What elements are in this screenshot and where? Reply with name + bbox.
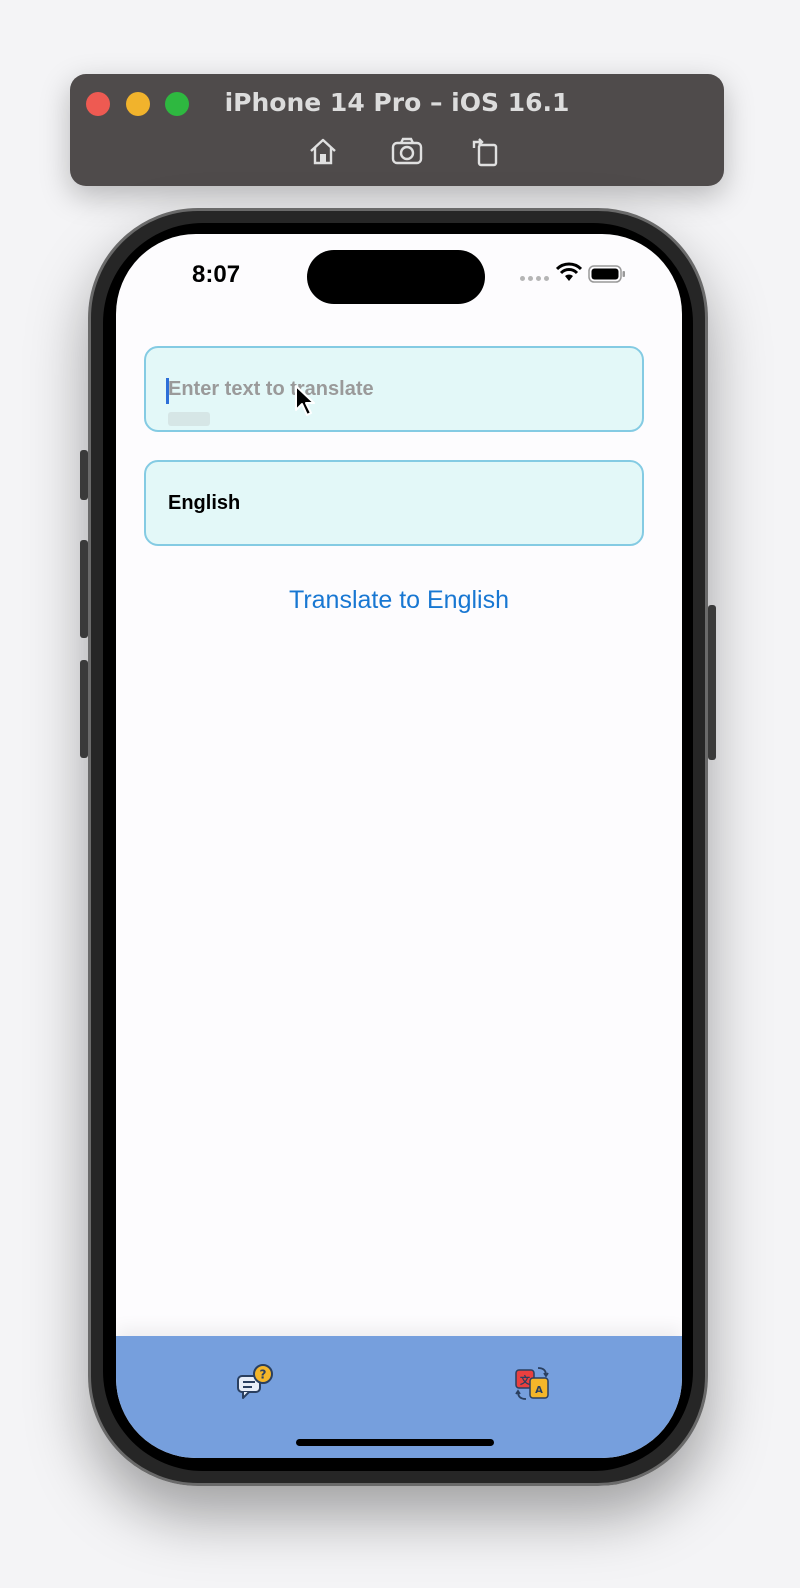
- wifi-icon: [556, 262, 582, 281]
- simulator-title-bar: iPhone 14 Pro – iOS 16.1: [70, 74, 724, 186]
- home-indicator[interactable]: [296, 1439, 494, 1446]
- language-selector[interactable]: English: [144, 460, 644, 546]
- action-button[interactable]: [80, 450, 88, 500]
- simulator-title: iPhone 14 Pro – iOS 16.1: [224, 88, 570, 117]
- app-screen: 8:07 Enter text to translate English Tra…: [116, 234, 682, 1458]
- volume-down-button[interactable]: [80, 660, 88, 758]
- screenshot-icon[interactable]: [390, 134, 424, 168]
- text-input-field[interactable]: Enter text to translate: [144, 346, 644, 432]
- dynamic-island: [307, 250, 485, 304]
- chat-question-icon[interactable]: ?: [236, 1364, 274, 1402]
- mouse-pointer-icon: [295, 385, 315, 416]
- translate-icon[interactable]: 文 A: [514, 1364, 552, 1402]
- volume-up-button[interactable]: [80, 540, 88, 638]
- battery-icon: [588, 265, 625, 283]
- tab-bar: ? 文 A: [116, 1336, 682, 1458]
- text-input-placeholder: Enter text to translate: [168, 378, 374, 400]
- status-time: 8:07: [192, 261, 241, 288]
- svg-text:?: ?: [260, 1368, 267, 1382]
- home-icon[interactable]: [306, 134, 340, 168]
- input-ghost-mark: [168, 412, 210, 426]
- text-caret: [166, 378, 169, 404]
- translate-button[interactable]: Translate to English: [116, 586, 682, 615]
- cellular-signal-icon: [520, 276, 549, 281]
- svg-text:文: 文: [520, 1374, 531, 1387]
- svg-text:A: A: [535, 1385, 543, 1396]
- power-button[interactable]: [708, 605, 716, 760]
- selected-language: English: [168, 492, 241, 514]
- rotate-icon[interactable]: [468, 134, 502, 168]
